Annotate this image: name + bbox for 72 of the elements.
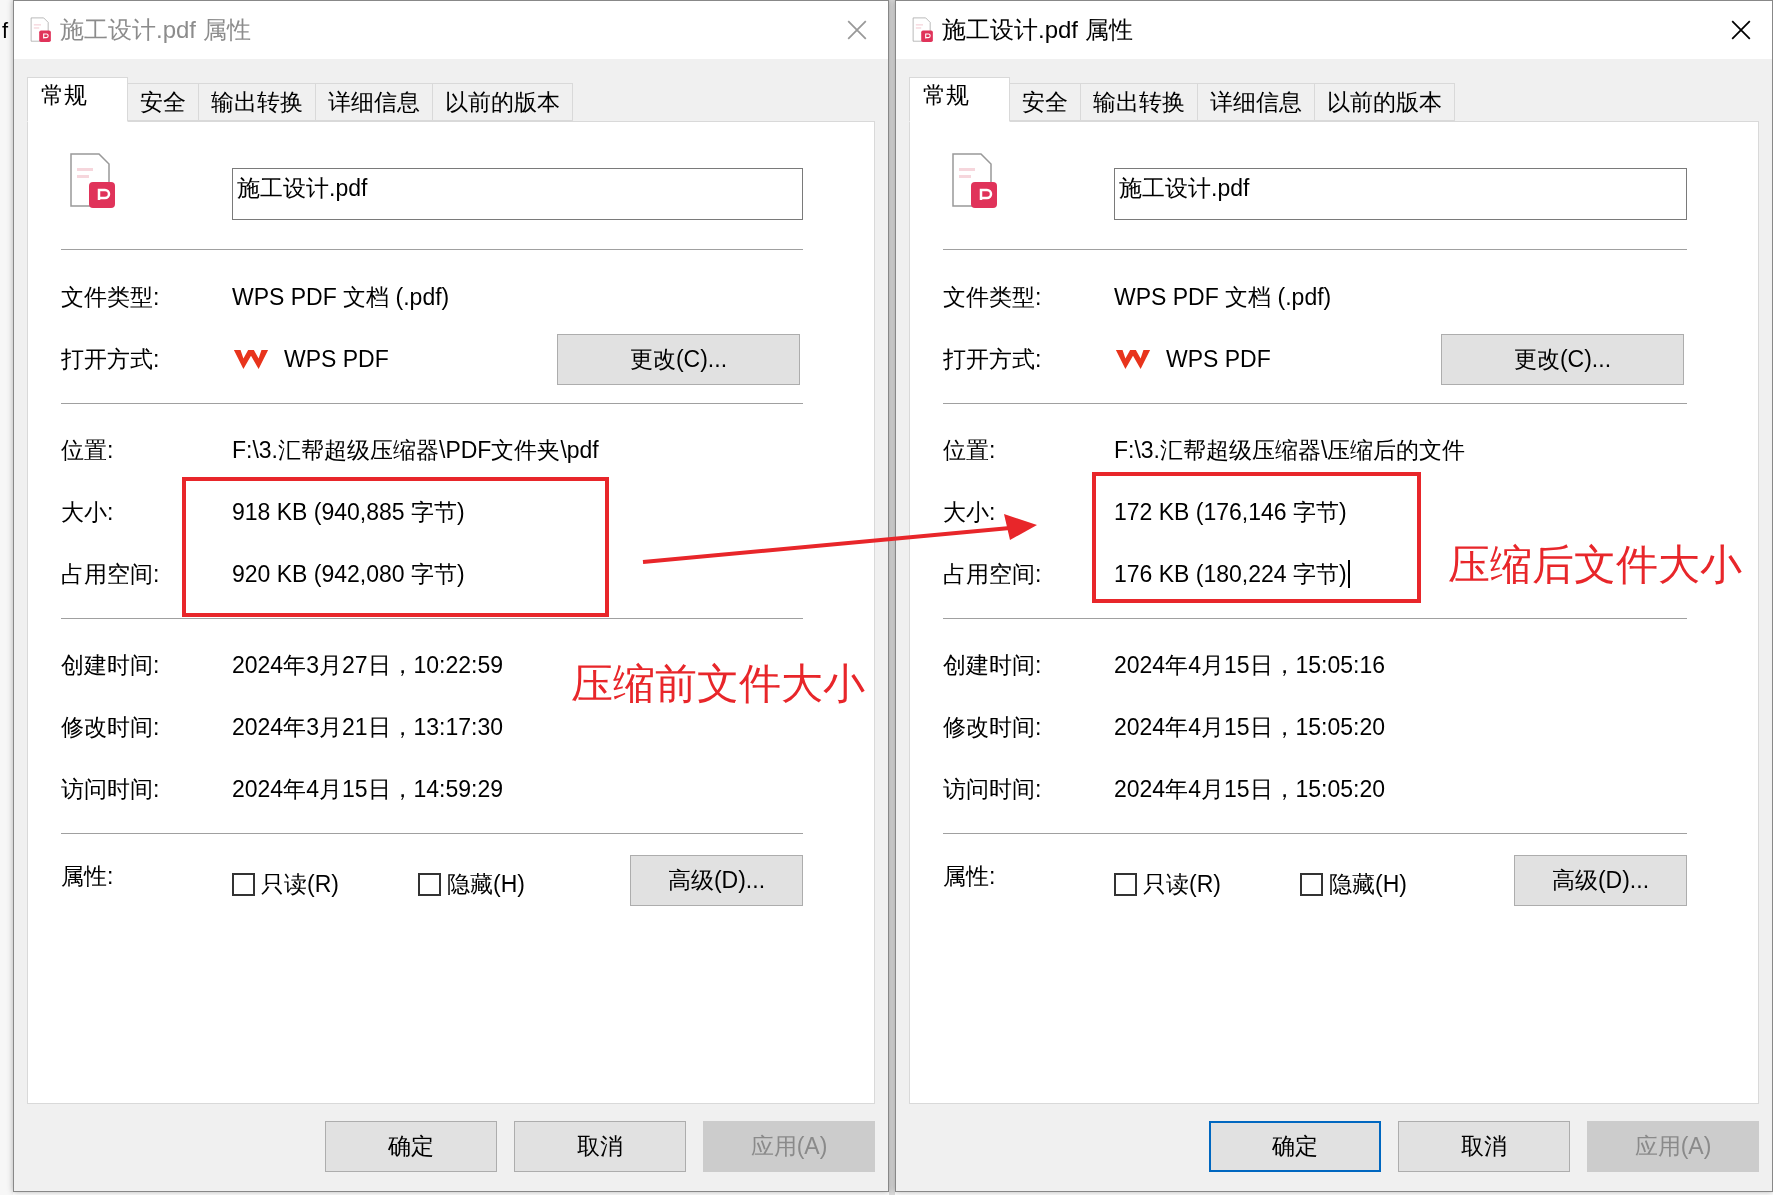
pdf-file-icon [30, 17, 52, 43]
field-label: 位置: [943, 435, 997, 465]
window-title: 施工设计.pdf 属性 [60, 15, 251, 45]
checkbox[interactable] [1114, 872, 1137, 896]
change-button[interactable]: 更改(C)... [557, 333, 800, 385]
field-value: F:\3.汇帮超级压缩器\压缩后的文件 [1114, 435, 1466, 465]
tab[interactable]: 详细信息 [316, 83, 433, 121]
field-value: 2024年4月15日，15:05:20 [1114, 712, 1386, 742]
checkbox[interactable] [418, 872, 441, 896]
field-value: WPS PDF 文档 (.pdf) [1114, 282, 1332, 312]
field-label: 文件类型: [61, 282, 161, 312]
checkbox-option[interactable]: 隐藏(H) [1300, 866, 1407, 902]
field-value: 172 KB (176,146 字节) [1114, 497, 1347, 527]
pdf-file-icon [951, 152, 999, 210]
close-icon[interactable] [1730, 19, 1752, 41]
change-button[interactable]: 更改(C)... [1441, 333, 1684, 385]
field-label: 创建时间: [61, 650, 161, 680]
field-value: 176 KB (180,224 字节) [1114, 559, 1347, 589]
file-name-field[interactable]: 施工设计.pdf [232, 168, 803, 220]
tab[interactable]: 常规 [909, 77, 1010, 122]
field-value: 918 KB (940,885 字节) [232, 497, 465, 527]
background-text: f [2, 17, 10, 45]
checkbox-option[interactable]: 只读(R) [232, 866, 418, 902]
tab[interactable]: 以前的版本 [433, 83, 573, 121]
field-label: 创建时间: [943, 650, 1043, 680]
dialog-button[interactable]: 取消 [1398, 1121, 1570, 1172]
checkbox-option[interactable]: 隐藏(H) [418, 866, 525, 902]
field-value: 2024年4月15日，14:59:29 [232, 774, 504, 804]
tab[interactable]: 以前的版本 [1315, 83, 1455, 121]
tab[interactable]: 详细信息 [1198, 83, 1315, 121]
field-label: 访问时间: [943, 774, 1043, 804]
field-value: 2024年3月21日，13:17:30 [232, 712, 504, 742]
checkbox-option[interactable]: 只读(R) [1114, 866, 1300, 902]
tab[interactable]: 安全 [1010, 83, 1081, 121]
field-label: 大小: [61, 497, 115, 527]
field-label: 打开方式: [61, 344, 161, 374]
tab[interactable]: 输出转换 [1081, 83, 1198, 121]
field-value: 2024年3月27日，10:22:59 [232, 650, 504, 680]
pdf-file-icon [912, 17, 934, 43]
field-value: 2024年4月15日，15:05:16 [1114, 650, 1386, 680]
advanced-button[interactable]: 高级(D)... [630, 854, 803, 906]
annotation-text: 压缩前文件大小 [571, 663, 865, 705]
field-label: 打开方式: [943, 344, 1043, 374]
field-label: 占用空间: [943, 559, 1043, 589]
field-label: 属性: [61, 862, 115, 891]
field-value: WPS PDF 文档 (.pdf) [232, 282, 450, 312]
field-label: 修改时间: [943, 712, 1043, 742]
pdf-file-icon [69, 152, 117, 210]
checkbox[interactable] [232, 872, 255, 896]
field-label: 修改时间: [61, 712, 161, 742]
field-value: F:\3.汇帮超级压缩器\PDF文件夹\pdf [232, 435, 599, 465]
field-label: 访问时间: [61, 774, 161, 804]
advanced-button[interactable]: 高级(D)... [1514, 854, 1687, 906]
field-label: 位置: [61, 435, 115, 465]
checkbox[interactable] [1300, 872, 1323, 896]
dialog-button[interactable]: 确定 [1209, 1121, 1381, 1172]
tab[interactable]: 安全 [128, 83, 199, 121]
annotation-text: 压缩后文件大小 [1448, 544, 1742, 586]
dialog-button[interactable]: 确定 [325, 1121, 497, 1172]
window-title: 施工设计.pdf 属性 [942, 15, 1133, 45]
field-value: 920 KB (942,080 字节) [232, 559, 465, 589]
tab[interactable]: 输出转换 [199, 83, 316, 121]
dialog-button[interactable]: 取消 [514, 1121, 686, 1172]
field-label: 属性: [943, 862, 997, 891]
field-label: 文件类型: [943, 282, 1043, 312]
file-name-field[interactable]: 施工设计.pdf [1114, 168, 1687, 220]
field-label: 占用空间: [61, 559, 161, 589]
app-name: WPS PDF [1166, 344, 1271, 374]
field-label: 大小: [943, 497, 997, 527]
tab[interactable]: 常规 [27, 77, 128, 122]
field-value: 2024年4月15日，15:05:20 [1114, 774, 1386, 804]
app-name: WPS PDF [284, 344, 389, 374]
